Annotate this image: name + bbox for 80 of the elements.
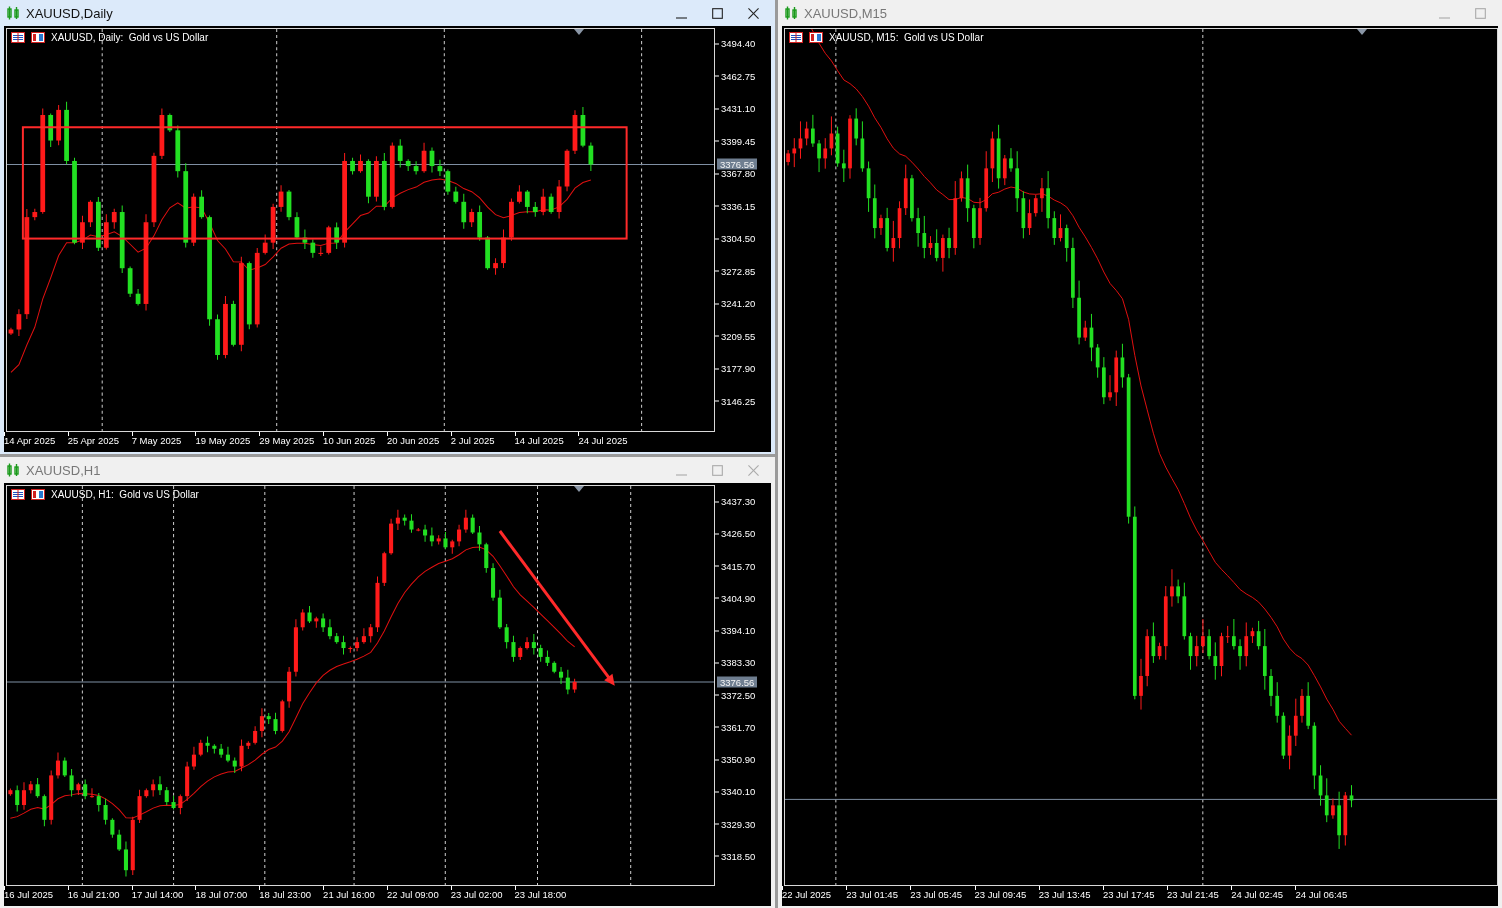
maximize-icon xyxy=(711,464,723,476)
price-label: 3177.90 xyxy=(715,362,756,374)
time-label: 23 Jul 02:00 xyxy=(450,889,503,900)
time-label: 24 Jul 2025 xyxy=(578,435,628,446)
price-label: 3426.50 xyxy=(715,527,756,539)
time-label: 16 Jul 21:00 xyxy=(67,889,120,900)
price-tag: 3376.56 xyxy=(717,158,758,170)
time-label: 23 Jul 17:45 xyxy=(1102,889,1155,900)
price-label: 3329.30 xyxy=(715,818,756,830)
price-label: 3372.50 xyxy=(715,689,756,701)
price-label: 3394.10 xyxy=(715,624,756,636)
time-label: 24 Jul 06:45 xyxy=(1295,889,1348,900)
price-label: 3241.20 xyxy=(715,297,756,309)
maximize-icon xyxy=(1474,7,1486,19)
time-label: 21 Jul 16:00 xyxy=(323,889,375,900)
price-label: 3146.25 xyxy=(715,395,756,407)
time-label: 18 Jul 23:00 xyxy=(259,889,312,900)
chart-legend: XAUUSD, H1: Gold vs US Dollar xyxy=(51,489,199,500)
table-icon xyxy=(789,32,803,43)
time-label: 7 May 2025 xyxy=(131,435,182,446)
candlestick-icon xyxy=(6,6,20,20)
price-label: 3415.70 xyxy=(715,560,756,572)
minimize-icon xyxy=(675,473,687,476)
candlestick-icon xyxy=(6,463,20,477)
time-label: 23 Jul 09:45 xyxy=(974,889,1027,900)
price-label: 3336.15 xyxy=(715,200,756,212)
time-label: 25 Apr 2025 xyxy=(67,435,120,446)
time-label: 22 Jul 2025 xyxy=(782,889,832,900)
price-label: 3367.80 xyxy=(715,167,756,179)
shift-marker-icon[interactable] xyxy=(574,486,584,492)
close-icon xyxy=(747,464,759,476)
close-icon xyxy=(747,7,759,19)
window-title: XAUUSD,M15 xyxy=(804,5,888,21)
chart-legend: XAUUSD, M15: Gold vs US Dollar xyxy=(829,32,984,43)
time-label: 23 Jul 05:45 xyxy=(910,889,963,900)
time-label: 2 Jul 2025 xyxy=(450,435,495,446)
time-label: 14 Jul 2025 xyxy=(514,435,564,446)
maximize-icon xyxy=(711,7,723,19)
time-label: 14 Apr 2025 xyxy=(4,435,56,446)
price-label: 3399.45 xyxy=(715,135,756,147)
candlestick-icon xyxy=(784,6,798,20)
chart-icon xyxy=(809,32,823,43)
price-label: 3462.75 xyxy=(715,70,756,82)
time-label: 23 Jul 01:45 xyxy=(846,889,898,900)
time-label: 16 Jul 2025 xyxy=(4,889,54,900)
table-icon xyxy=(11,32,25,43)
price-label: 3361.70 xyxy=(715,721,756,733)
minimize-icon xyxy=(675,16,687,19)
price-label: 3383.30 xyxy=(715,656,756,668)
price-label: 3404.90 xyxy=(715,592,756,604)
window-title: XAUUSD,H1 xyxy=(26,462,101,478)
chart-icon xyxy=(31,489,45,500)
time-label: 19 May 2025 xyxy=(195,435,251,446)
time-label: 24 Jul 02:45 xyxy=(1231,889,1283,900)
table-icon xyxy=(11,489,25,500)
minimize-icon xyxy=(1438,16,1450,19)
price-label: 3494.40 xyxy=(715,37,756,49)
time-label: 18 Jul 07:00 xyxy=(195,889,248,900)
price-label: 3431.10 xyxy=(715,102,756,114)
price-label: 3437.30 xyxy=(715,495,756,507)
price-label: 3304.50 xyxy=(715,232,756,244)
time-label: 17 Jul 14:00 xyxy=(131,889,184,900)
chart-icon xyxy=(31,32,45,43)
price-label: 3318.50 xyxy=(715,850,756,862)
window-title: XAUUSD,Daily xyxy=(26,5,113,21)
shift-marker-icon[interactable] xyxy=(1357,29,1367,35)
shift-marker-icon[interactable] xyxy=(574,29,584,35)
time-label: 23 Jul 21:45 xyxy=(1167,889,1219,900)
chart-legend: XAUUSD, Daily: Gold vs US Dollar xyxy=(51,32,209,43)
time-label: 10 Jun 2025 xyxy=(323,435,376,446)
price-label: 3340.10 xyxy=(715,785,756,797)
time-label: 23 Jul 18:00 xyxy=(514,889,567,900)
price-tag: 3376.56 xyxy=(717,676,758,688)
price-label: 3209.55 xyxy=(715,330,756,342)
price-label: 3272.85 xyxy=(715,265,756,277)
time-label: 22 Jul 09:00 xyxy=(386,889,439,900)
time-label: 29 May 2025 xyxy=(259,435,315,446)
time-label: 23 Jul 13:45 xyxy=(1038,889,1091,900)
time-label: 20 Jun 2025 xyxy=(386,435,440,446)
price-label: 3350.90 xyxy=(715,753,756,765)
